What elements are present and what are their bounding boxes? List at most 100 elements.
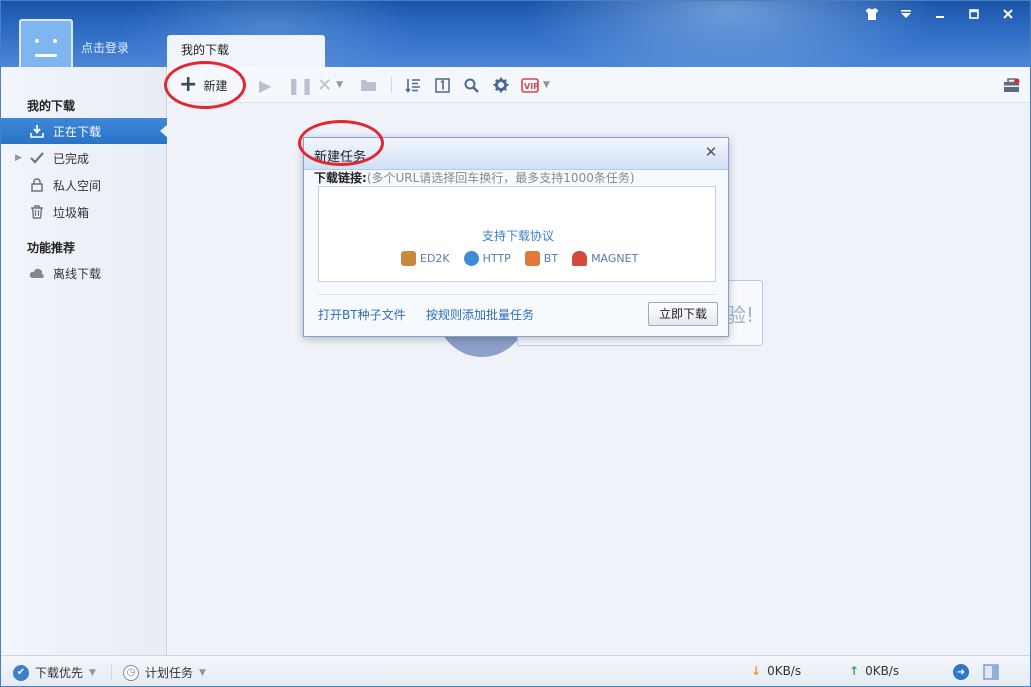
sidebar-section-features: 功能推荐 bbox=[27, 241, 76, 255]
sort-icon bbox=[405, 78, 420, 93]
gear-icon bbox=[493, 77, 509, 93]
dialog-close-icon[interactable]: ✕ bbox=[702, 143, 720, 161]
delete-dropdown-icon[interactable]: ▼ bbox=[336, 80, 343, 90]
priority-dropdown-icon[interactable]: ▼ bbox=[89, 668, 96, 678]
search-button[interactable] bbox=[464, 75, 479, 95]
download-icon bbox=[29, 123, 45, 139]
sidebar-section-my-downloads: 我的下载 bbox=[27, 99, 76, 113]
window-controls bbox=[862, 7, 1018, 25]
pause-icon: ❚❚ bbox=[287, 75, 314, 95]
clock-icon: ◷ bbox=[123, 664, 139, 681]
download-arrow-icon: ↓ bbox=[751, 664, 762, 678]
dialog-divider bbox=[318, 294, 716, 295]
sidebar-item-label: 正在下载 bbox=[53, 124, 102, 139]
upload-arrow-icon: ↑ bbox=[849, 664, 860, 678]
priority-icon: ✔ bbox=[13, 664, 29, 681]
download-link-label-row: 下载链接:(多个URL请选择回车换行，最多支持1000条任务) bbox=[314, 169, 635, 186]
sidebar-item-trash[interactable]: 垃圾箱 bbox=[1, 199, 167, 225]
tab-label: 我的下载 bbox=[181, 43, 230, 57]
sidebar-item-label: 私人空间 bbox=[53, 178, 102, 193]
folder-icon bbox=[361, 80, 376, 91]
pause-button[interactable]: ❚❚ bbox=[287, 75, 314, 95]
minimize-icon[interactable] bbox=[930, 7, 950, 25]
cloud-icon bbox=[29, 265, 45, 281]
schedule-dropdown-icon[interactable]: ▼ bbox=[199, 668, 206, 678]
menu-icon[interactable] bbox=[896, 7, 916, 25]
speed-mode-icon: ➜ bbox=[953, 664, 969, 680]
protocol-http: HTTP bbox=[463, 251, 511, 266]
vip-dropdown-icon[interactable]: ▼ bbox=[543, 80, 550, 90]
priority-label: 下载优先 bbox=[35, 666, 84, 680]
open-folder-button[interactable] bbox=[360, 75, 377, 95]
delete-button[interactable]: ✕ ▼ bbox=[317, 74, 343, 96]
plus-icon: + bbox=[179, 72, 198, 97]
trash-icon bbox=[29, 204, 45, 220]
sidebar-item-completed[interactable]: ▶ 已完成 bbox=[1, 145, 167, 171]
download-priority-toggle[interactable]: ✔ 下载优先 ▼ bbox=[13, 664, 96, 681]
download-speed-value: 0KB/s bbox=[767, 664, 802, 678]
protocol-list: ED2K HTTP BT MAGNET bbox=[401, 251, 638, 266]
status-bar: ✔ 下载优先 ▼ ◷ 计划任务 ▼ ↓ 0KB/s ↑ 0KB/s ➜ bbox=[1, 655, 1030, 686]
sidebar-item-offline-download[interactable]: 离线下载 bbox=[1, 260, 167, 286]
new-task-button[interactable]: + 新建 bbox=[179, 72, 228, 97]
download-link-hint: (多个URL请选择回车换行，最多支持1000条任务) bbox=[366, 171, 635, 185]
sidebar-item-label: 垃圾箱 bbox=[53, 205, 90, 220]
sidebar-item-private-space[interactable]: 私人空间 bbox=[1, 172, 167, 198]
svg-text:VIP: VIP bbox=[524, 82, 539, 91]
panel-icon bbox=[983, 664, 999, 680]
upload-speed-value: 0KB/s bbox=[865, 664, 900, 678]
toolbox-icon bbox=[1004, 77, 1020, 92]
play-icon: ▶ bbox=[259, 75, 272, 95]
dialog-header: 新建任务 ✕ bbox=[304, 138, 728, 170]
bubble-text: 验! bbox=[725, 303, 754, 327]
upload-speed: ↑ 0KB/s bbox=[849, 664, 899, 678]
open-bt-torrent-link[interactable]: 打开BT种子文件 bbox=[318, 306, 406, 323]
lock-icon bbox=[29, 177, 45, 193]
vip-button[interactable]: VIP ▼ bbox=[521, 75, 550, 95]
download-link-label: 下载链接: bbox=[314, 171, 367, 185]
app-window: 点击登录 我的下载 我的下载 正在下载 ▶ 已完成 私人空间 垃圾箱 功能推荐 … bbox=[0, 0, 1031, 687]
counter-icon bbox=[435, 77, 450, 93]
sidebar-item-label: 离线下载 bbox=[53, 266, 102, 281]
protocol-bt: BT bbox=[524, 251, 558, 266]
ed2k-icon bbox=[401, 251, 416, 266]
url-input[interactable]: 支持下载协议 ED2K HTTP BT MAGNET bbox=[318, 186, 716, 282]
magnet-icon bbox=[572, 251, 588, 266]
expand-arrow-icon[interactable]: ▶ bbox=[15, 153, 22, 163]
protocol-ed2k: ED2K bbox=[401, 251, 450, 266]
search-icon bbox=[464, 78, 479, 93]
protocol-magnet: MAGNET bbox=[572, 251, 638, 266]
http-icon bbox=[463, 251, 479, 266]
start-button[interactable]: ▶ bbox=[259, 75, 271, 95]
schedule-label: 计划任务 bbox=[145, 666, 194, 680]
download-now-button[interactable]: 立即下载 bbox=[648, 302, 718, 326]
speed-mode-button[interactable]: ➜ bbox=[953, 664, 969, 680]
delete-icon: ✕ bbox=[317, 74, 333, 96]
sort-button[interactable] bbox=[405, 75, 421, 95]
protocols-title: 支持下载协议 bbox=[481, 229, 554, 243]
sidebar: 我的下载 正在下载 ▶ 已完成 私人空间 垃圾箱 功能推荐 离线下载 bbox=[1, 67, 168, 655]
close-icon[interactable] bbox=[998, 7, 1018, 25]
vip-icon: VIP bbox=[521, 77, 539, 93]
single-task-button[interactable] bbox=[435, 75, 450, 95]
scheduled-tasks-button[interactable]: ◷ 计划任务 ▼ bbox=[123, 664, 206, 681]
new-task-label: 新建 bbox=[203, 78, 228, 93]
login-link[interactable]: 点击登录 bbox=[81, 39, 129, 56]
skin-icon[interactable] bbox=[862, 7, 882, 25]
new-task-dialog: 新建任务 ✕ 下载链接:(多个URL请选择回车换行，最多支持1000条任务) 支… bbox=[303, 137, 729, 337]
toolbox-button[interactable] bbox=[1003, 75, 1020, 95]
maximize-icon[interactable] bbox=[964, 7, 984, 25]
settings-button[interactable] bbox=[493, 75, 509, 95]
panel-toggle-button[interactable] bbox=[983, 664, 999, 680]
download-speed: ↓ 0KB/s bbox=[751, 664, 801, 678]
batch-add-link[interactable]: 按规则添加批量任务 bbox=[426, 306, 534, 323]
bt-icon bbox=[524, 251, 540, 266]
dialog-title: 新建任务 bbox=[314, 150, 367, 165]
sidebar-item-label: 已完成 bbox=[53, 151, 90, 166]
sidebar-item-downloading[interactable]: 正在下载 bbox=[1, 118, 168, 144]
tab-my-downloads[interactable]: 我的下载 bbox=[167, 35, 325, 67]
avatar[interactable] bbox=[19, 19, 73, 67]
toolbar: + 新建 ▶ ❚❚ ✕ ▼ VIP ▼ bbox=[167, 67, 1030, 103]
title-bar: 点击登录 我的下载 bbox=[1, 1, 1030, 67]
check-icon bbox=[29, 150, 45, 166]
